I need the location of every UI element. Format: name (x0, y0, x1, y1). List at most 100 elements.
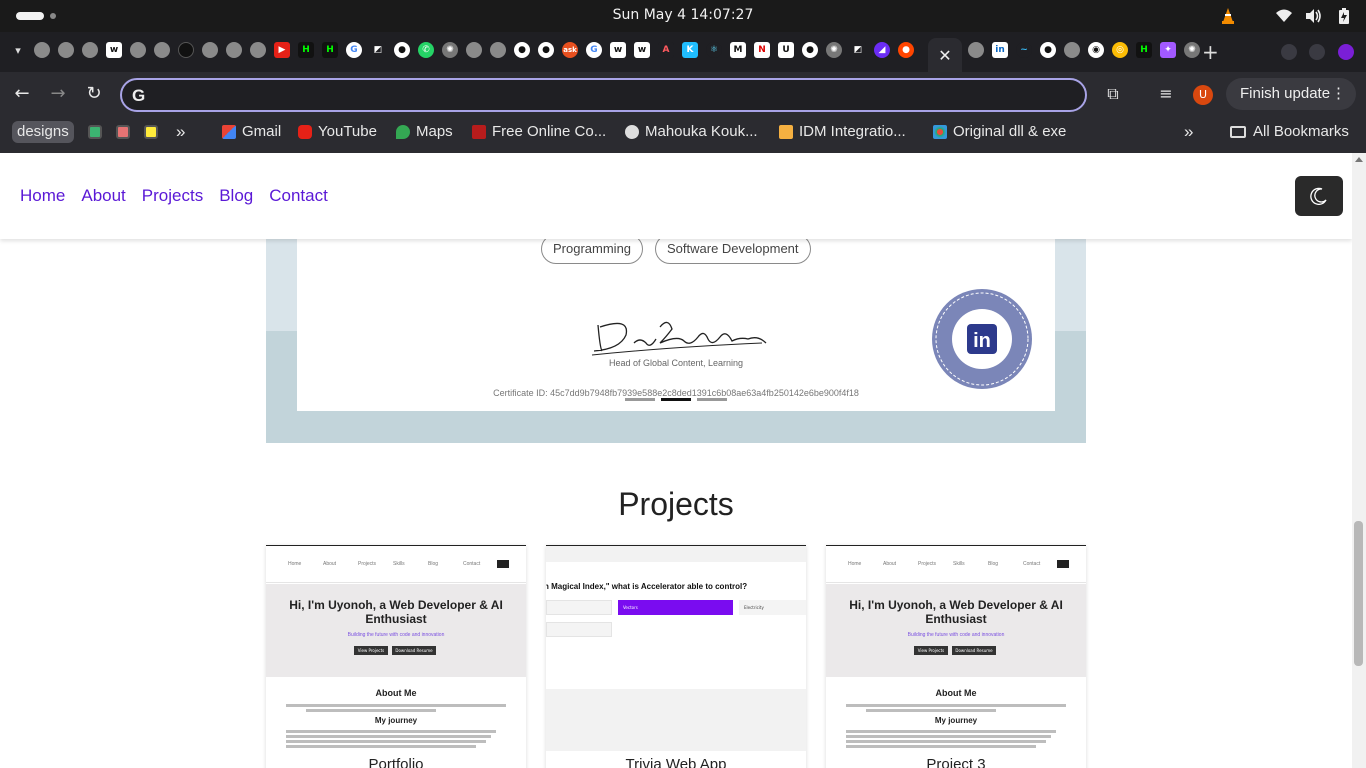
globe-icon[interactable] (58, 42, 74, 58)
medium-icon[interactable]: M (730, 42, 746, 58)
extension-icon[interactable] (1309, 44, 1325, 60)
finish-update-button[interactable]: Finish update ⋮ (1226, 78, 1356, 110)
site-icon[interactable]: ◢ (874, 42, 890, 58)
back-arrow-icon[interactable]: ← (12, 84, 32, 104)
nav-link-projects[interactable]: Projects (142, 186, 203, 206)
bookmark-red-icon[interactable] (116, 125, 130, 139)
globe-icon[interactable] (34, 42, 50, 58)
bookmark-green-icon[interactable] (88, 125, 102, 139)
bookmarks-overflow-icon[interactable]: » (1184, 121, 1193, 143)
bookmark-folder-designs[interactable]: designs (12, 121, 74, 143)
github-icon[interactable]: ● (1040, 42, 1056, 58)
site-icon[interactable]: w (106, 42, 122, 58)
bookmark-idm[interactable]: IDM Integratio... (779, 121, 906, 143)
project-card-portfolio[interactable]: Home About Projects Skills Blog Contact … (266, 545, 526, 768)
chatgpt-icon[interactable]: ✺ (442, 42, 458, 58)
carousel-dot[interactable] (625, 398, 655, 401)
globe-icon[interactable] (490, 42, 506, 58)
bookmark-dll[interactable]: Original dll & exe (933, 121, 1066, 143)
airbnb-icon[interactable]: A (658, 42, 674, 58)
project-title[interactable]: Project 3 (826, 756, 1086, 768)
nav-link-contact[interactable]: Contact (269, 186, 328, 206)
site-icon[interactable]: ◩ (370, 42, 386, 58)
site-icon[interactable]: ◉ (1088, 42, 1104, 58)
nav-link-about[interactable]: About (81, 186, 125, 206)
chrome-icon[interactable]: ◎ (1112, 42, 1128, 58)
vlc-icon[interactable] (1220, 8, 1236, 24)
theme-toggle-button[interactable] (1295, 176, 1343, 216)
site-icon[interactable]: w (634, 42, 650, 58)
react-icon[interactable]: ⚛ (706, 42, 722, 58)
globe-icon[interactable] (130, 42, 146, 58)
github-icon[interactable]: ● (802, 42, 818, 58)
globe-icon[interactable] (82, 42, 98, 58)
extension-icon[interactable] (1281, 44, 1297, 60)
wifi-icon[interactable] (1276, 8, 1292, 24)
scroll-up-arrow-icon[interactable] (1355, 157, 1363, 162)
bookmark-youtube[interactable]: YouTube (298, 121, 377, 143)
reload-icon[interactable]: ↻ (84, 84, 104, 104)
bookmark-mahouka[interactable]: Mahouka Kouk... (625, 121, 758, 143)
hackernoon-icon[interactable]: H (322, 42, 338, 58)
site-navbar: Home About Projects Blog Contact (0, 153, 1352, 239)
extension-icon[interactable] (1338, 44, 1354, 60)
google-icon[interactable]: G (586, 42, 602, 58)
battery-icon[interactable] (1336, 8, 1352, 24)
hackernoon-icon[interactable]: H (1136, 42, 1152, 58)
globe-icon[interactable] (226, 42, 242, 58)
bookmarks-overflow-icon[interactable]: » (176, 121, 185, 143)
dark-site-icon[interactable] (178, 42, 194, 58)
bookmark-free-online[interactable]: Free Online Co... (472, 121, 606, 143)
carousel-dot[interactable] (697, 398, 727, 401)
github-icon[interactable]: ● (538, 42, 554, 58)
globe-icon[interactable] (1064, 42, 1080, 58)
bookmark-maps[interactable]: Maps (396, 121, 453, 143)
profile-avatar[interactable]: U (1193, 85, 1213, 105)
globe-icon[interactable] (250, 42, 266, 58)
volume-icon[interactable] (1306, 8, 1322, 24)
globe-icon[interactable] (154, 42, 170, 58)
nav-link-home[interactable]: Home (20, 186, 65, 206)
google-icon[interactable]: G (346, 42, 362, 58)
address-bar[interactable]: G (120, 78, 1087, 112)
whatsapp-icon[interactable]: ✆ (418, 42, 434, 58)
reddit-icon[interactable]: ● (898, 42, 914, 58)
forward-arrow-icon[interactable]: → (48, 84, 68, 104)
site-icon[interactable]: ◩ (850, 42, 866, 58)
bookmark-gmail[interactable]: Gmail (222, 121, 281, 143)
ask-icon[interactable]: ask (562, 42, 578, 58)
carousel-dot-active[interactable] (661, 398, 691, 401)
page-scrollbar[interactable] (1352, 153, 1366, 768)
scrollbar-thumb[interactable] (1354, 521, 1363, 666)
github-icon[interactable]: ● (394, 42, 410, 58)
udemy-icon[interactable]: U (778, 42, 794, 58)
address-input[interactable] (158, 84, 1058, 106)
project-card-trivia[interactable]: n Magical Index," what is Accelerator ab… (546, 545, 806, 768)
chatgpt-icon[interactable]: ✺ (1184, 42, 1200, 58)
site-icon[interactable]: N (754, 42, 770, 58)
tailwind-icon[interactable]: ~ (1016, 42, 1032, 58)
active-tab-close-icon[interactable]: ✕ (928, 38, 962, 72)
project-title[interactable]: Portfolio (266, 756, 526, 768)
all-bookmarks[interactable]: All Bookmarks (1230, 121, 1349, 143)
project-card-project3[interactable]: Home About Projects Skills Blog Contact … (826, 545, 1086, 768)
project-title[interactable]: Trivia Web App (546, 756, 806, 768)
bookmark-yellow-icon[interactable] (144, 125, 158, 139)
youtube-icon[interactable]: ▶ (274, 42, 290, 58)
tab-search-chevron-icon[interactable]: ▾ (10, 42, 26, 58)
media-controls-icon[interactable]: ≡ (1156, 84, 1176, 104)
system-clock[interactable]: Sun May 4 14:07:27 (0, 7, 1366, 23)
globe-icon[interactable] (202, 42, 218, 58)
github-icon[interactable]: ● (514, 42, 530, 58)
hackernoon-icon[interactable]: H (298, 42, 314, 58)
new-tab-plus-icon[interactable]: + (1202, 42, 1219, 62)
chatgpt-icon[interactable]: ✺ (826, 42, 842, 58)
nav-link-blog[interactable]: Blog (219, 186, 253, 206)
globe-icon[interactable] (466, 42, 482, 58)
linkedin-icon[interactable]: in (992, 42, 1008, 58)
extensions-puzzle-icon[interactable]: ⧉ (1103, 84, 1123, 104)
kaggle-icon[interactable]: K (682, 42, 698, 58)
figma-icon[interactable]: ✦ (1160, 42, 1176, 58)
globe-icon[interactable] (968, 42, 984, 58)
site-icon[interactable]: w (610, 42, 626, 58)
